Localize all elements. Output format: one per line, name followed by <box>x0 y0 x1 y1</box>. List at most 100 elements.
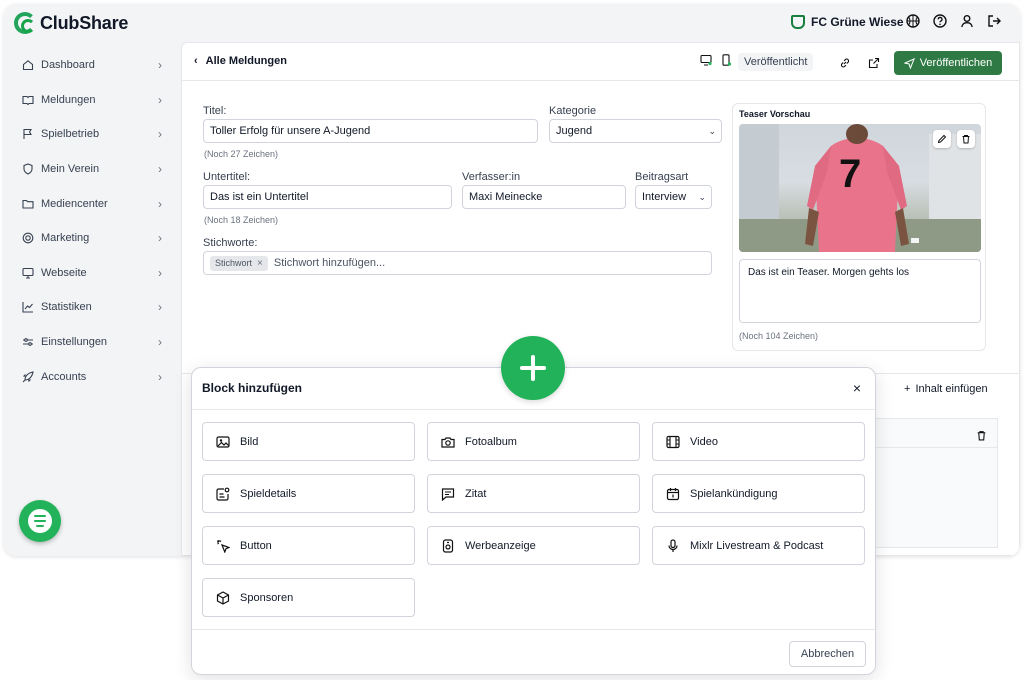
title-hint: (Noch 27 Zeichen) <box>204 149 279 159</box>
chat-button[interactable] <box>19 500 61 542</box>
sidebar: Dashboard › Meldungen › Spielbetrieb › M… <box>4 48 174 394</box>
trash-icon[interactable] <box>976 428 987 441</box>
club-switcher[interactable]: FC Grüne Wiese <box>791 15 904 29</box>
insert-content-label: Inhalt einfügen <box>915 383 988 395</box>
teaser-textarea[interactable]: Das ist ein Teaser. Morgen gehts los <box>739 259 981 323</box>
add-block-fab[interactable] <box>501 336 565 400</box>
chevron-down-icon: ⌄ <box>698 192 706 202</box>
title-value: Toller Erfolg für unsere A-Jugend <box>210 125 371 137</box>
pointer-icon <box>216 539 230 553</box>
author-label: Verfasser:in <box>462 171 521 183</box>
basketball-icon[interactable] <box>906 14 920 28</box>
block-option-button[interactable]: Button <box>202 526 415 565</box>
home-icon <box>22 59 34 71</box>
teaser-hint: (Noch 104 Zeichen) <box>739 331 819 341</box>
back-link[interactable]: ‹ Alle Meldungen <box>194 55 287 67</box>
film-icon <box>666 435 680 449</box>
type-label: Beitragsart <box>635 171 689 183</box>
quote-icon <box>441 487 455 501</box>
tag-label: Stichwort <box>215 258 253 268</box>
teaser-image[interactable]: 7 <box>739 124 981 252</box>
ad-icon <box>441 538 455 553</box>
subtitle-label: Untertitel: <box>203 171 251 183</box>
chevron-right-icon: › <box>158 196 162 211</box>
content-block-body <box>872 448 998 548</box>
camera-icon <box>441 435 455 449</box>
help-icon[interactable] <box>933 14 947 28</box>
block-option-spielankuendigung[interactable]: Spielankündigung <box>652 474 865 513</box>
edit-image-button[interactable] <box>933 130 951 148</box>
chat-icon <box>28 509 52 533</box>
teaser-preview-card: Teaser Vorschau 7 Das ist ein Teaser. Mo… <box>732 103 986 351</box>
sliders-icon <box>22 336 34 348</box>
sidebar-item-marketing[interactable]: Marketing › <box>4 221 174 256</box>
microphone-icon <box>666 538 680 553</box>
sidebar-item-einstellungen[interactable]: Einstellungen › <box>4 325 174 360</box>
block-option-label: Mixlr Livestream & Podcast <box>690 539 824 552</box>
block-option-bild[interactable]: Bild <box>202 422 415 461</box>
block-option-spieldetails[interactable]: Spieldetails <box>202 474 415 513</box>
box-icon <box>216 590 230 605</box>
pencil-icon <box>937 134 947 144</box>
block-option-werbeanzeige[interactable]: Werbeanzeige <box>427 526 640 565</box>
cancel-button[interactable]: Abbrechen <box>789 641 866 667</box>
sidebar-item-statistiken[interactable]: Statistiken › <box>4 290 174 325</box>
teaser-title: Teaser Vorschau <box>739 109 811 119</box>
divider <box>192 629 875 630</box>
tag-chip[interactable]: Stichwort × <box>210 255 268 271</box>
sidebar-item-label: Accounts <box>41 370 87 383</box>
status-badge: Veröffentlicht <box>738 53 814 71</box>
insert-content-button[interactable]: + Inhalt einfügen <box>904 383 988 395</box>
block-option-zitat[interactable]: Zitat <box>427 474 640 513</box>
block-option-sponsoren[interactable]: Sponsoren <box>202 578 415 617</box>
tags-input[interactable]: Stichwort × Stichwort hinzufügen... <box>203 251 712 275</box>
club-name: FC Grüne Wiese <box>811 15 904 29</box>
block-option-mixlr[interactable]: Mixlr Livestream & Podcast <box>652 526 865 565</box>
logo[interactable]: ClubShare <box>14 11 128 35</box>
sidebar-item-spielbetrieb[interactable]: Spielbetrieb › <box>4 117 174 152</box>
title-input[interactable]: Toller Erfolg für unsere A-Jugend <box>203 119 538 143</box>
link-icon[interactable] <box>839 56 851 68</box>
shield-icon <box>22 163 34 175</box>
block-option-label: Button <box>240 539 272 552</box>
sidebar-item-dashboard[interactable]: Dashboard › <box>4 48 174 83</box>
target-icon <box>22 232 34 244</box>
subtitle-input[interactable]: Das ist ein Untertitel <box>203 185 452 209</box>
remove-tag-icon[interactable]: × <box>257 258 263 269</box>
delete-image-button[interactable] <box>957 130 975 148</box>
club-crest-icon <box>791 15 805 29</box>
publish-button[interactable]: Veröffentlichen <box>894 51 1002 75</box>
jersey-number: 7 <box>839 152 862 196</box>
trash-icon <box>962 135 970 144</box>
author-input[interactable]: Maxi Meinecke <box>462 185 626 209</box>
chevron-right-icon: › <box>158 300 162 315</box>
scoreboard-icon <box>216 487 230 501</box>
mobile-preview-icon[interactable] <box>720 54 732 66</box>
block-option-fotoalbum[interactable]: Fotoalbum <box>427 422 640 461</box>
flag-icon <box>22 128 34 140</box>
sidebar-item-label: Mein Verein <box>41 163 100 176</box>
modal-title: Block hinzufügen <box>202 381 302 395</box>
block-option-label: Spielankündigung <box>690 487 778 500</box>
desktop-preview-icon[interactable] <box>700 54 712 66</box>
close-icon[interactable]: × <box>853 380 861 396</box>
sidebar-item-webseite[interactable]: Webseite › <box>4 256 174 291</box>
sidebar-item-mediencenter[interactable]: Mediencenter › <box>4 186 174 221</box>
external-link-icon[interactable] <box>868 56 880 69</box>
sidebar-item-label: Webseite <box>41 266 87 279</box>
sidebar-item-accounts[interactable]: Accounts › <box>4 359 174 394</box>
chevron-right-icon: › <box>158 127 162 142</box>
chevron-left-icon: ‹ <box>194 55 198 67</box>
block-option-label: Zitat <box>465 487 487 500</box>
user-icon[interactable] <box>960 14 974 28</box>
type-select[interactable]: Interview ⌄ <box>635 185 712 209</box>
block-option-label: Spieldetails <box>240 487 297 500</box>
sidebar-item-mein-verein[interactable]: Mein Verein › <box>4 152 174 187</box>
category-select[interactable]: Jugend ⌄ <box>549 119 722 143</box>
sidebar-item-label: Statistiken <box>41 301 92 314</box>
sidebar-item-meldungen[interactable]: Meldungen › <box>4 83 174 118</box>
logout-icon[interactable] <box>987 14 1001 28</box>
top-bar: ClubShare FC Grüne Wiese <box>4 4 1020 42</box>
block-option-video[interactable]: Video <box>652 422 865 461</box>
chevron-right-icon: › <box>158 231 162 246</box>
